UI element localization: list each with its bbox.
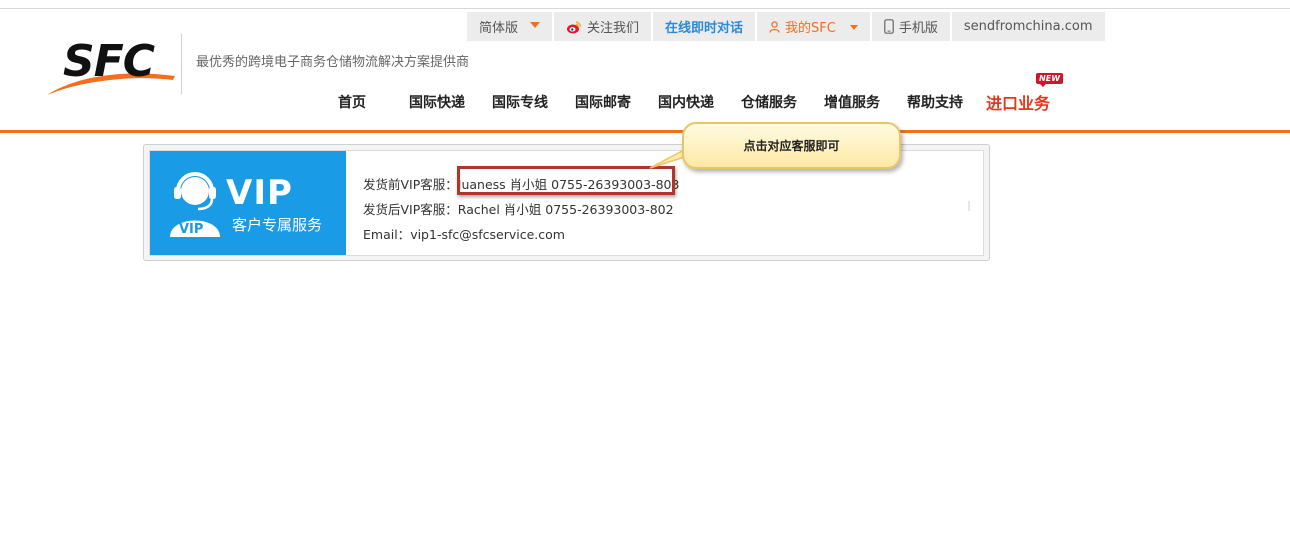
nav-value-added[interactable]: 增值服务 — [824, 92, 880, 112]
highlight-box — [457, 166, 675, 195]
nav-intl-line[interactable]: 国际专线 — [492, 92, 548, 112]
weibo-icon — [566, 20, 582, 34]
top-bar: 简体版 关注我们 在线即时对话 我的SFC 手机版 sendfromchina.… — [467, 12, 1107, 41]
mobile-version-link[interactable]: 手机版 — [871, 12, 950, 41]
my-sfc-label: 我的SFC — [785, 21, 836, 36]
logo-text: SFC — [63, 36, 155, 87]
nav-home[interactable]: 首页 — [338, 92, 366, 112]
headset-agent-icon: VIP — [166, 169, 224, 237]
sfc-logo[interactable]: SFC — [45, 34, 180, 96]
language-label: 简体版 — [479, 21, 519, 36]
nav-intl-express[interactable]: 国际快递 — [409, 92, 465, 112]
nav-import-label: 进口业务 — [986, 94, 1051, 113]
follow-us-link[interactable]: 关注我们 — [554, 12, 652, 41]
email-value[interactable]: vip1-sfc@sfcservice.com — [410, 227, 565, 242]
nav-import[interactable]: 进口业务 NEW — [986, 73, 1064, 114]
headset-vip-label: VIP — [179, 222, 203, 237]
new-badge: NEW — [1036, 73, 1064, 87]
chevron-down-icon — [849, 25, 858, 30]
follow-us-label: 关注我们 — [587, 21, 640, 36]
nav-warehouse[interactable]: 仓储服务 — [741, 92, 797, 112]
phone-icon — [884, 19, 894, 34]
language-selector[interactable]: 简体版 — [467, 12, 553, 41]
nav-domestic-express[interactable]: 国内快递 — [658, 92, 714, 112]
post-ship-label: 发货后VIP客服： — [363, 202, 458, 217]
main-nav: 首页 国际快递 国际专线 国际邮寄 国内快递 仓储服务 增值服务 帮助支持 进口… — [325, 73, 1077, 114]
slogan: 最优秀的跨境电子商务仓储物流解决方案提供商 — [196, 55, 470, 70]
scroll-hint — [968, 201, 970, 211]
chevron-down-icon — [530, 21, 541, 28]
email-contact[interactable]: Email：vip1-sfc@sfcservice.com — [363, 222, 679, 247]
callout-text: 点击对应客服即可 — [743, 139, 840, 153]
live-chat-link[interactable]: 在线即时对话 — [653, 12, 756, 41]
post-ship-value[interactable]: Rachel 肖小姐 0755-26393003-802 — [458, 202, 674, 217]
header-divider — [0, 130, 1290, 133]
domain-link[interactable]: sendfromchina.com — [951, 12, 1105, 41]
user-icon — [769, 20, 780, 33]
nav-intl-mail[interactable]: 国际邮寄 — [575, 92, 631, 112]
vip-title: VIP — [226, 173, 293, 213]
nav-help[interactable]: 帮助支持 — [907, 92, 963, 112]
my-sfc-menu[interactable]: 我的SFC — [757, 12, 870, 41]
live-chat-label: 在线即时对话 — [665, 21, 744, 36]
callout-tooltip: 点击对应客服即可 — [682, 122, 901, 169]
vip-subtitle: 客户专属服务 — [232, 216, 323, 234]
pre-ship-label: 发货前VIP客服： — [363, 177, 458, 192]
logo-divider — [181, 34, 182, 94]
email-label: Email： — [363, 227, 411, 242]
top-border — [0, 8, 1290, 11]
mobile-version-label: 手机版 — [898, 21, 938, 36]
post-ship-contact[interactable]: 发货后VIP客服：Rachel 肖小姐 0755-26393003-802 — [363, 197, 679, 222]
vip-banner: VIP VIP 客户专属服务 — [150, 151, 346, 255]
domain-label: sendfromchina.com — [963, 19, 1093, 34]
